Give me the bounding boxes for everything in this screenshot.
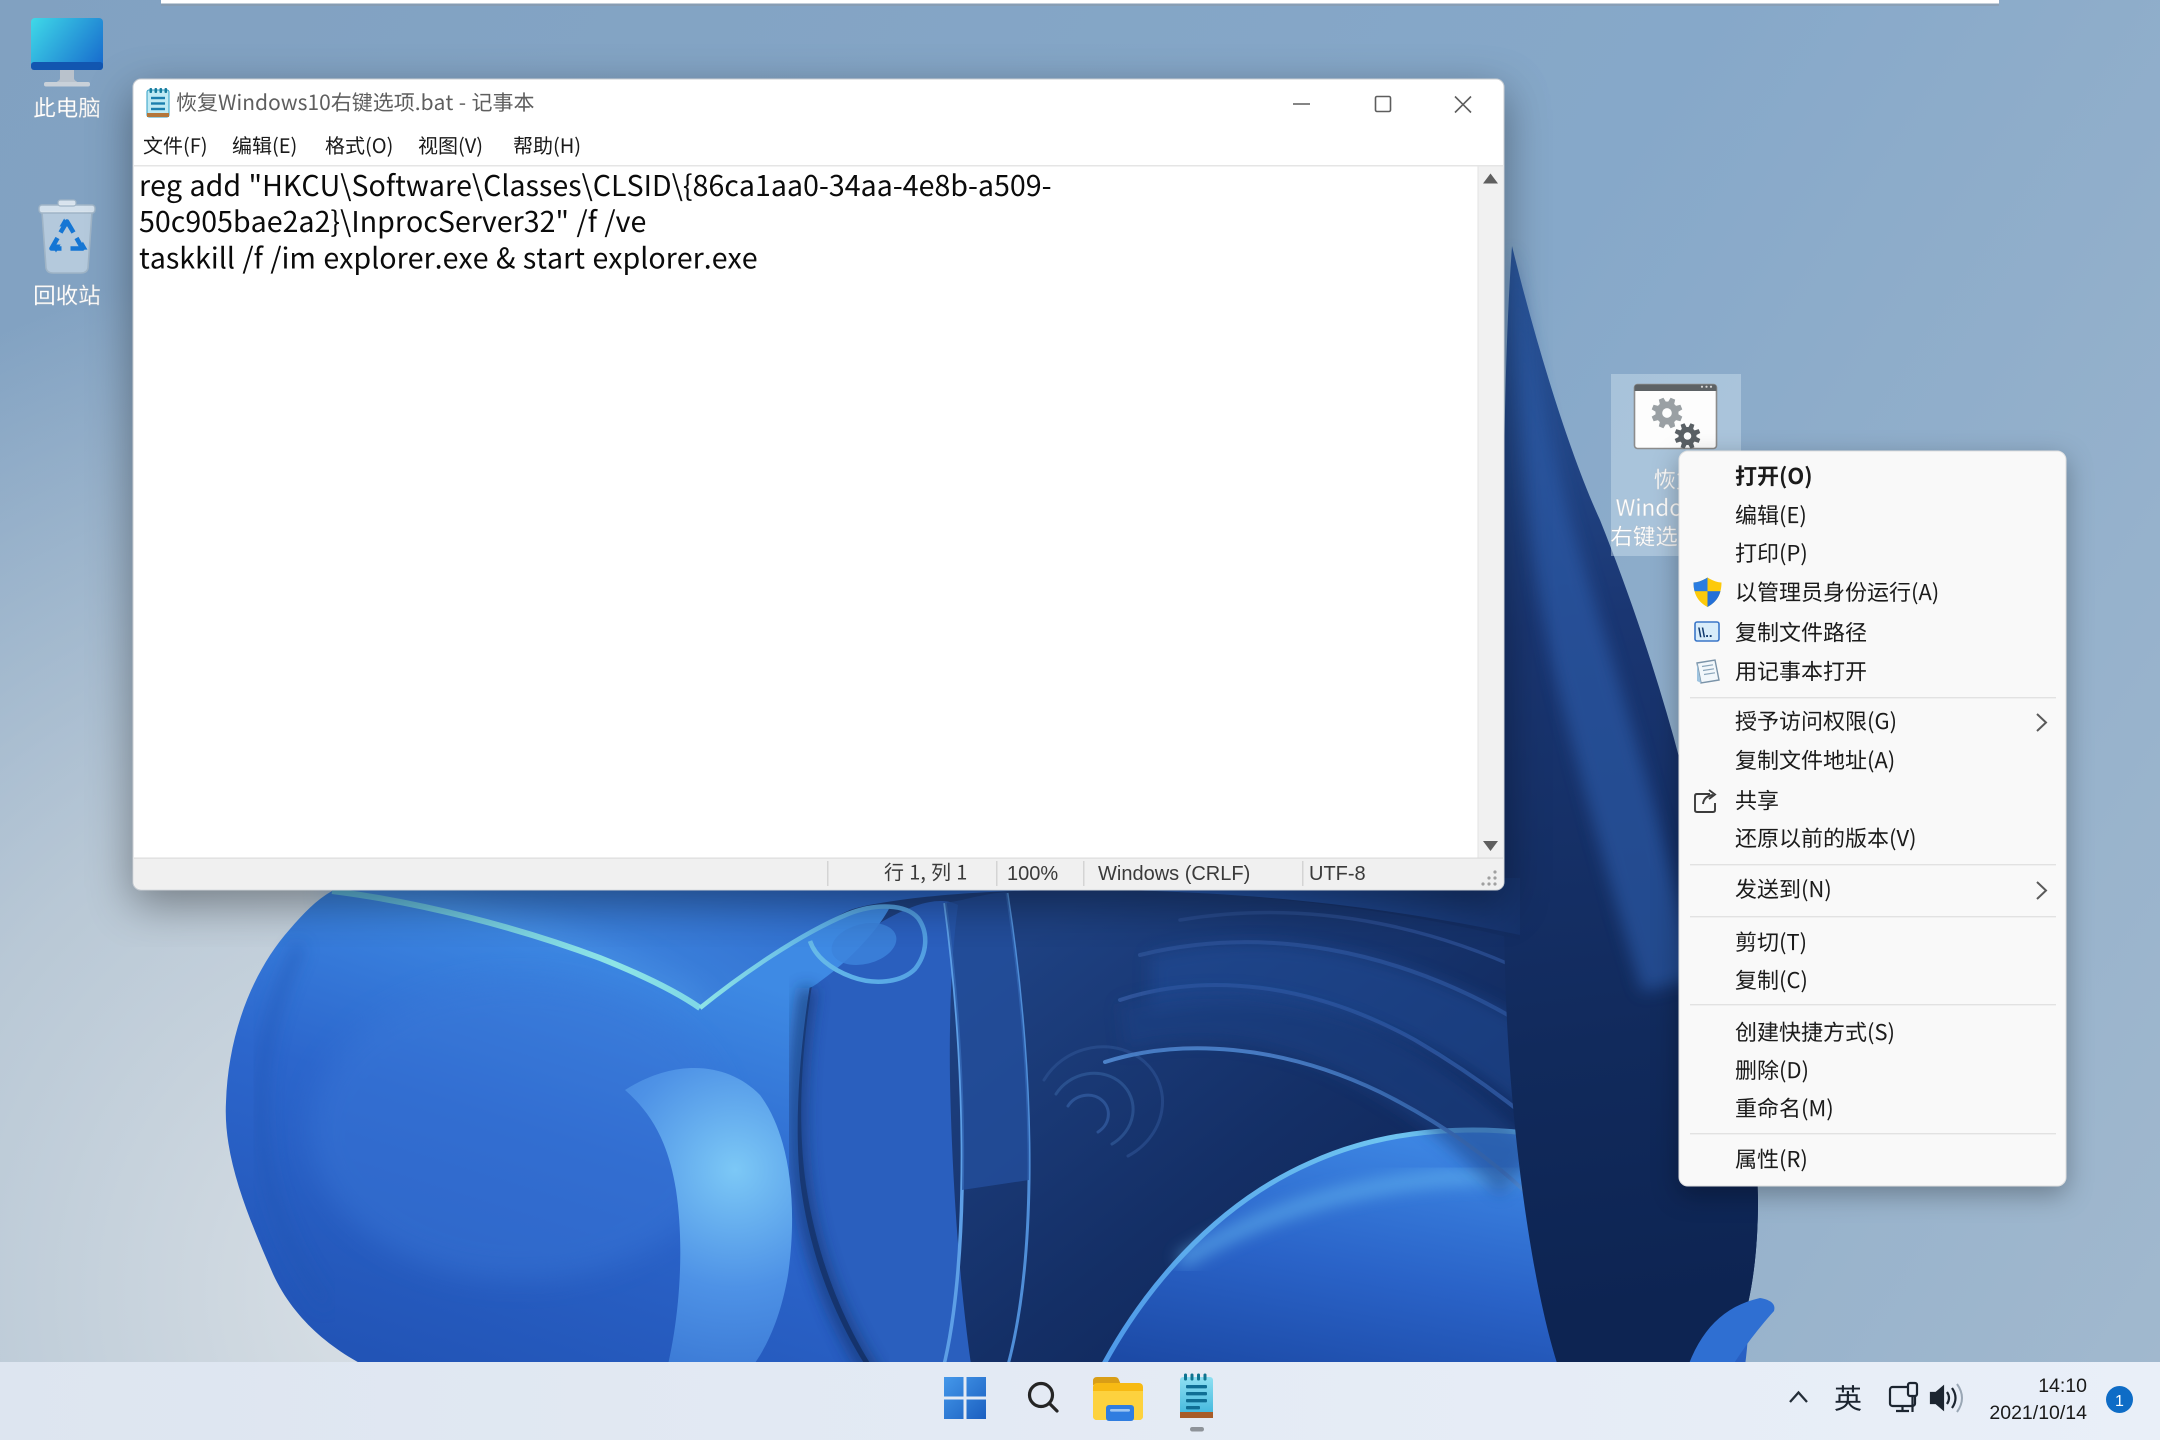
svg-text:Windows (CRLF): Windows (CRLF): [1098, 863, 1250, 885]
svg-text:14:10: 14:10: [2038, 1375, 2087, 1397]
svg-text:1: 1: [2115, 1393, 2124, 1410]
svg-text:\\..: \\..: [1698, 625, 1712, 640]
svg-text:UTF-8: UTF-8: [1309, 863, 1366, 885]
svg-text:2021/10/14: 2021/10/14: [1989, 1402, 2087, 1424]
svg-text:100%: 100%: [1007, 863, 1058, 885]
